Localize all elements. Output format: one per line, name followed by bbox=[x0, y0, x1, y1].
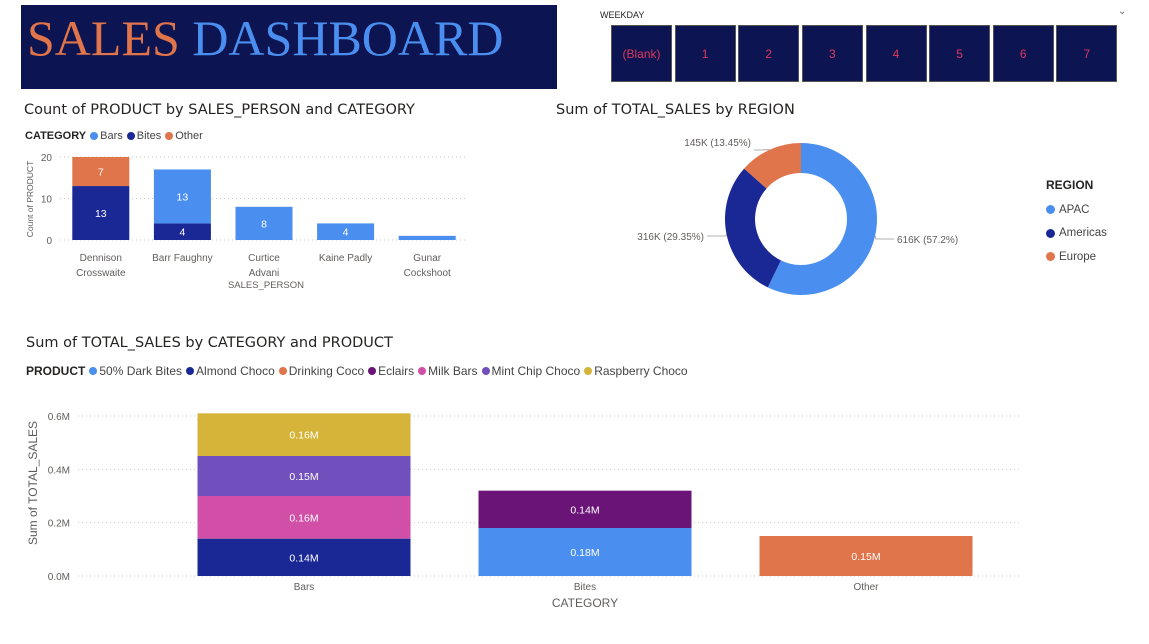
data-label: 0.16M bbox=[289, 512, 318, 524]
chart3-plot: 0.0M 0.2M 0.4M 0.6M Sum of TOTAL_SALES 0.14M 0… bbox=[26, 412, 1020, 610]
data-label: 0.14M bbox=[570, 504, 599, 516]
x-tick-label: Other bbox=[853, 582, 879, 593]
y-tick-label: 0.6M bbox=[48, 412, 70, 423]
data-label: 0.15M bbox=[289, 471, 318, 483]
data-label: 0.18M bbox=[570, 547, 599, 559]
y-axis-title: Sum of TOTAL_SALES bbox=[26, 421, 40, 545]
y-tick-label: 0.2M bbox=[48, 519, 70, 530]
data-label: 0.15M bbox=[851, 551, 880, 563]
x-tick-label: Bites bbox=[574, 582, 596, 593]
x-axis-title: CATEGORY bbox=[552, 596, 618, 610]
y-tick-label: 0.4M bbox=[48, 465, 70, 476]
y-tick-label: 0.0M bbox=[48, 572, 70, 583]
data-label: 0.14M bbox=[289, 552, 318, 564]
data-label: 0.16M bbox=[289, 430, 318, 442]
x-tick-label: Bars bbox=[294, 582, 315, 593]
